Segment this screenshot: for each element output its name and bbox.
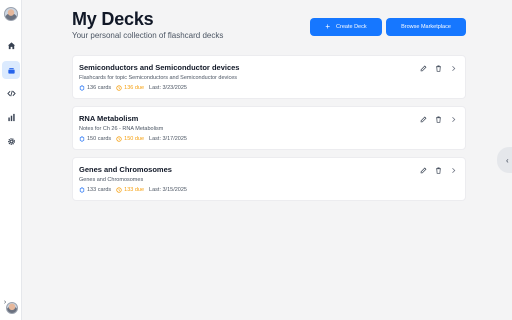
sidebar-item-code[interactable] — [2, 84, 20, 102]
sidebar-item-home[interactable] — [2, 36, 20, 54]
edit-icon[interactable] — [420, 116, 427, 123]
deck-card[interactable]: RNA Metabolism Notes for Ch 26 - RNA Met… — [72, 106, 466, 150]
page-title: My Decks — [72, 9, 154, 29]
cards-count-icon — [79, 136, 85, 142]
chevron-right-icon[interactable] — [450, 116, 457, 123]
deck-meta: 150 cards 150 due Last: 3/17/2025 — [79, 136, 187, 142]
deck-meta: 136 cards 136 due Last: 3/23/2025 — [79, 85, 187, 91]
code-icon — [6, 90, 16, 96]
chevron-right-icon[interactable] — [450, 65, 457, 72]
deck-card-count: 133 cards — [87, 187, 112, 193]
deck-last-studied: Last: 3/23/2025 — [149, 85, 187, 91]
deck-last-studied: Last: 3/17/2025 — [149, 136, 187, 142]
user-avatar[interactable] — [6, 302, 18, 314]
avatar[interactable] — [4, 7, 18, 21]
clock-icon — [116, 136, 122, 142]
deck-due-count: 136 due — [124, 85, 145, 91]
create-deck-button[interactable]: + Create Deck — [310, 18, 382, 36]
trash-icon[interactable] — [435, 116, 442, 123]
deck-card[interactable]: Semiconductors and Semiconductor devices… — [72, 55, 466, 99]
sidebar: › — [0, 0, 22, 320]
cards-count-icon — [79, 85, 85, 91]
trash-icon[interactable] — [435, 65, 442, 72]
deck-due-count: 133 due — [124, 187, 145, 193]
cards-icon — [7, 67, 15, 74]
sidebar-item-analytics[interactable] — [2, 108, 20, 126]
deck-last-studied: Last: 3/15/2025 — [149, 187, 187, 193]
create-deck-label: Create Deck — [336, 24, 367, 30]
deck-description: Notes for Ch 26 - RNA Metabolism — [79, 126, 164, 132]
sidebar-item-settings[interactable] — [2, 132, 20, 150]
deck-title: Genes and Chromosomes — [79, 165, 172, 174]
side-panel-toggle[interactable]: ‹ — [497, 147, 512, 173]
edit-icon[interactable] — [420, 167, 427, 174]
deck-description: Flashcards for topic Semiconductors and … — [79, 75, 238, 81]
edit-icon[interactable] — [420, 65, 427, 72]
deck-description: Genes and Chromosomes — [79, 177, 144, 183]
deck-card[interactable]: Genes and Chromosomes Genes and Chromoso… — [72, 157, 466, 201]
bar-chart-icon — [7, 113, 15, 121]
chevron-right-icon[interactable] — [450, 167, 457, 174]
page-subtitle: Your personal collection of flashcard de… — [72, 31, 224, 40]
gear-icon — [7, 137, 15, 145]
trash-icon[interactable] — [435, 167, 442, 174]
browse-marketplace-button[interactable]: Browse Marketplace — [386, 18, 466, 36]
deck-card-count: 150 cards — [87, 136, 112, 142]
browse-marketplace-label: Browse Marketplace — [401, 24, 451, 30]
chevron-left-icon: ‹ — [506, 155, 509, 165]
deck-title: Semiconductors and Semiconductor devices — [79, 63, 240, 72]
deck-due-count: 150 due — [124, 136, 145, 142]
home-icon — [7, 41, 15, 49]
plus-icon: + — [325, 22, 331, 31]
clock-icon — [116, 187, 122, 193]
deck-meta: 133 cards 133 due Last: 3/15/2025 — [79, 187, 187, 193]
sidebar-item-decks[interactable] — [2, 61, 20, 79]
cards-count-icon — [79, 187, 85, 193]
deck-title: RNA Metabolism — [79, 114, 139, 123]
clock-icon — [116, 85, 122, 91]
deck-card-count: 136 cards — [87, 85, 112, 91]
